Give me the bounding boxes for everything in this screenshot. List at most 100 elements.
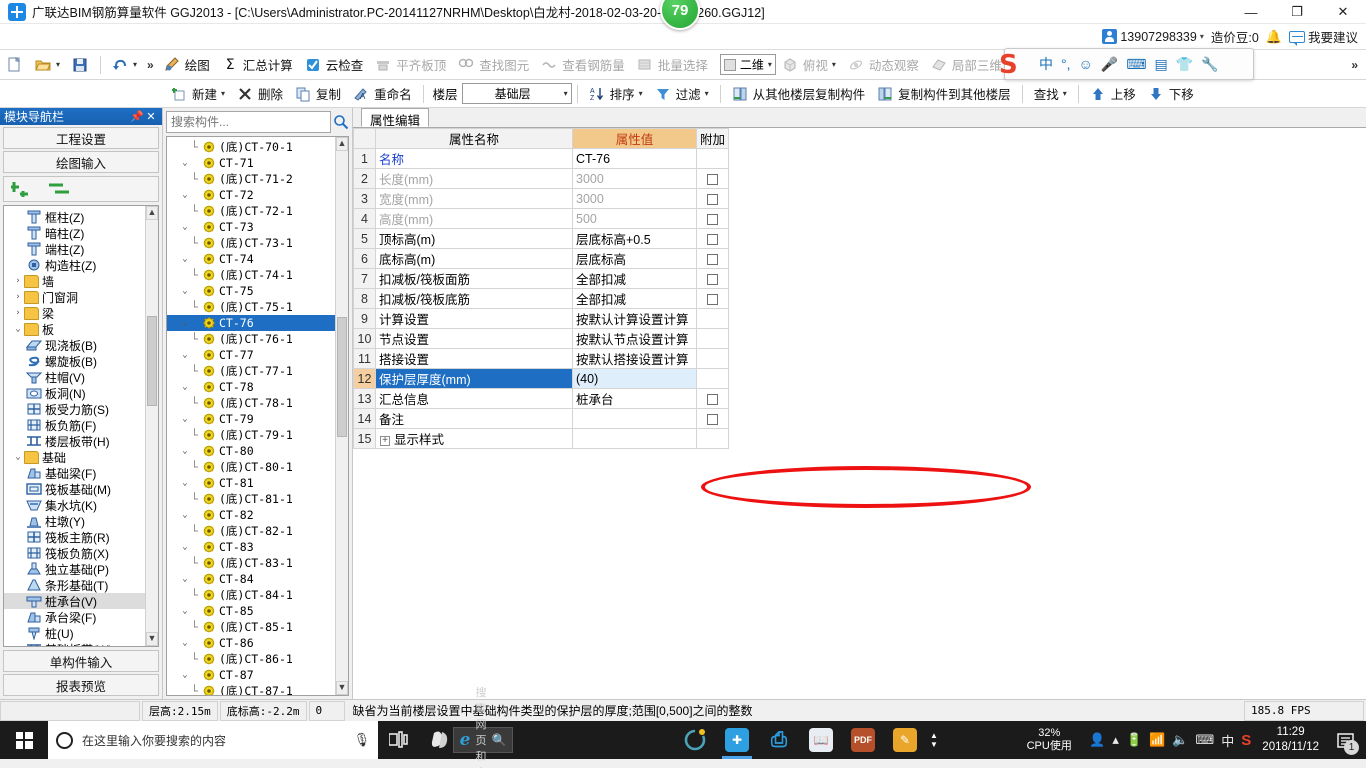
- battery-icon[interactable]: 🔋: [1126, 732, 1142, 748]
- ime-skin-icon[interactable]: 👕: [1176, 56, 1193, 73]
- property-name-cell[interactable]: 备注: [375, 408, 573, 429]
- align-slab-button[interactable]: 平齐板顶: [369, 52, 452, 78]
- property-value-cell[interactable]: 全部扣减: [572, 288, 697, 309]
- module-leaf-item[interactable]: 基础梁(F): [4, 465, 158, 481]
- pin-icon[interactable]: 📌: [130, 110, 144, 123]
- component-tree-item[interactable]: └ (底)CT-79-1: [167, 427, 348, 443]
- component-tree-item[interactable]: ⌄ CT-75: [167, 283, 348, 299]
- module-leaf-item[interactable]: 现浇板(B): [4, 337, 158, 353]
- remove-icon[interactable]: [47, 179, 73, 200]
- attach-checkbox[interactable]: [707, 193, 718, 205]
- property-attach-cell[interactable]: [696, 308, 729, 329]
- property-attach-cell[interactable]: [696, 428, 729, 449]
- chevron-up-icon[interactable]: ▴: [1112, 732, 1119, 748]
- property-name-cell[interactable]: 宽度(mm): [375, 188, 573, 209]
- expander-icon[interactable]: ⌄: [179, 318, 191, 328]
- new-caret-icon[interactable]: ▾: [221, 89, 225, 98]
- expander-icon[interactable]: ›: [12, 292, 24, 302]
- module-leaf-item[interactable]: 桩承台(V): [4, 593, 158, 609]
- property-attach-cell[interactable]: [696, 188, 729, 209]
- component-tree-item[interactable]: └ (底)CT-82-1: [167, 523, 348, 539]
- ime-emoji-icon[interactable]: ☺: [1079, 56, 1093, 72]
- keyboard-icon[interactable]: ⌨: [1196, 732, 1215, 748]
- property-name-cell[interactable]: 保护层厚度(mm): [375, 368, 573, 389]
- filter-caret-icon[interactable]: ▾: [705, 89, 709, 98]
- property-row[interactable]: 1 名称 CT-76: [353, 148, 729, 169]
- property-value-cell[interactable]: 桩承台: [572, 388, 697, 409]
- filter-button[interactable]: 过滤 ▾: [649, 81, 715, 107]
- property-row[interactable]: 10 节点设置 按默认节点设置计算: [353, 328, 729, 349]
- taskbar-app-browser[interactable]: ⎙: [758, 721, 800, 759]
- cloud-check-button[interactable]: 云检查: [299, 52, 370, 78]
- expander-icon[interactable]: ⌄: [179, 414, 191, 424]
- single-component-input-button[interactable]: 单构件输入: [3, 650, 159, 672]
- expander-icon[interactable]: ⌄: [179, 638, 191, 648]
- property-value-cell[interactable]: 500: [572, 208, 697, 229]
- property-value-cell[interactable]: [572, 408, 697, 429]
- expander-icon[interactable]: ⌄: [179, 446, 191, 456]
- property-name-cell[interactable]: 长度(mm): [375, 168, 573, 189]
- attach-checkbox[interactable]: [707, 273, 718, 285]
- module-folder-item[interactable]: ⌄ 基础: [4, 449, 158, 465]
- component-tree-item[interactable]: └ (底)CT-78-1: [167, 395, 348, 411]
- drawing-canvas[interactable]: [353, 449, 1366, 699]
- attach-checkbox[interactable]: [707, 253, 718, 265]
- taskbar-app-360[interactable]: [674, 721, 716, 759]
- open-caret-icon[interactable]: ▾: [56, 60, 60, 69]
- property-attach-cell[interactable]: [696, 228, 729, 249]
- start-button[interactable]: [0, 721, 48, 759]
- module-leaf-item[interactable]: 基础板带(W): [4, 641, 158, 646]
- property-row[interactable]: 12 保护层厚度(mm) (40): [353, 368, 729, 389]
- module-leaf-item[interactable]: 端柱(Z): [4, 241, 158, 257]
- expander-icon[interactable]: ⌄: [179, 286, 191, 296]
- component-scroll-down-arrow[interactable]: ▼: [336, 681, 348, 695]
- module-leaf-item[interactable]: 楼层板带(H): [4, 433, 158, 449]
- wifi-icon[interactable]: 📶: [1149, 732, 1165, 748]
- expander-icon[interactable]: ⌄: [179, 382, 191, 392]
- module-leaf-item[interactable]: 集水坑(K): [4, 497, 158, 513]
- component-scroll-thumb[interactable]: [337, 317, 347, 437]
- partial-3d-button[interactable]: 局部三维: [925, 52, 1008, 78]
- expander-icon[interactable]: ⌄: [179, 670, 191, 680]
- expander-icon[interactable]: ⌄: [179, 542, 191, 552]
- toolbar-overflow-right[interactable]: »: [1347, 58, 1362, 72]
- property-attach-cell[interactable]: [696, 328, 729, 349]
- notification-bell[interactable]: 🔔: [1266, 29, 1282, 45]
- taskbar-app-ie[interactable]: e 搜索网页和文件 🔍: [452, 687, 514, 768]
- rename-component-button[interactable]: A 重命名: [347, 81, 418, 107]
- component-tree-item[interactable]: └ (底)CT-72-1: [167, 203, 348, 219]
- taskbar-app-ggj[interactable]: ✚: [716, 721, 758, 759]
- module-leaf-item[interactable]: 筏板主筋(R): [4, 529, 158, 545]
- property-row[interactable]: 13 汇总信息 桩承台: [353, 388, 729, 409]
- microphone-icon[interactable]: 🎙: [353, 732, 370, 748]
- component-tree-item[interactable]: ⌄ CT-79: [167, 411, 348, 427]
- scroll-thumb[interactable]: [147, 316, 157, 406]
- property-row[interactable]: 6 底标高(m) 层底标高: [353, 248, 729, 269]
- component-tree-item[interactable]: ⌄ CT-85: [167, 603, 348, 619]
- ime-keyboard-icon[interactable]: ⌨: [1126, 56, 1146, 73]
- component-tree-item[interactable]: ⌄ CT-86: [167, 635, 348, 651]
- close-button[interactable]: ✕: [1320, 0, 1366, 24]
- cortana-search-box[interactable]: 在这里输入你要搜索的内容 🎙: [48, 721, 378, 759]
- attach-checkbox[interactable]: [707, 413, 718, 425]
- property-attach-cell[interactable]: [696, 288, 729, 309]
- attach-checkbox[interactable]: [707, 293, 718, 305]
- undo-caret-icon[interactable]: ▾: [133, 60, 137, 69]
- module-tree[interactable]: 框柱(Z) 暗柱(Z) 端柱(Z) 构造柱(Z) › 墙 › 门窗洞 › 梁 ⌄ 板现浇板(B) 螺旋板…: [3, 205, 159, 647]
- property-name-cell[interactable]: 扣减板/筏板底筋: [375, 288, 573, 309]
- save-button[interactable]: [66, 52, 95, 78]
- component-tree-item[interactable]: └ (底)CT-74-1: [167, 267, 348, 283]
- property-name-cell[interactable]: 顶标高(m): [375, 228, 573, 249]
- copy-to-other-floor-button[interactable]: 复制构件到其他楼层: [871, 81, 1017, 107]
- module-folder-item[interactable]: › 梁: [4, 305, 158, 321]
- view-mode-combo[interactable]: 二维 ▾: [719, 54, 776, 75]
- property-name-cell[interactable]: 高度(mm): [375, 208, 573, 229]
- module-leaf-item[interactable]: 板洞(N): [4, 385, 158, 401]
- move-down-button[interactable]: 下移: [1142, 81, 1200, 107]
- feedback-button[interactable]: 我要建议: [1288, 27, 1358, 46]
- property-value-cell[interactable]: (40): [572, 368, 697, 389]
- property-attach-cell[interactable]: [696, 248, 729, 269]
- module-leaf-item[interactable]: 柱帽(V): [4, 369, 158, 385]
- ime-voice-icon[interactable]: 🎤: [1101, 56, 1118, 73]
- clock[interactable]: 11:29 2018/11/12: [1258, 725, 1323, 755]
